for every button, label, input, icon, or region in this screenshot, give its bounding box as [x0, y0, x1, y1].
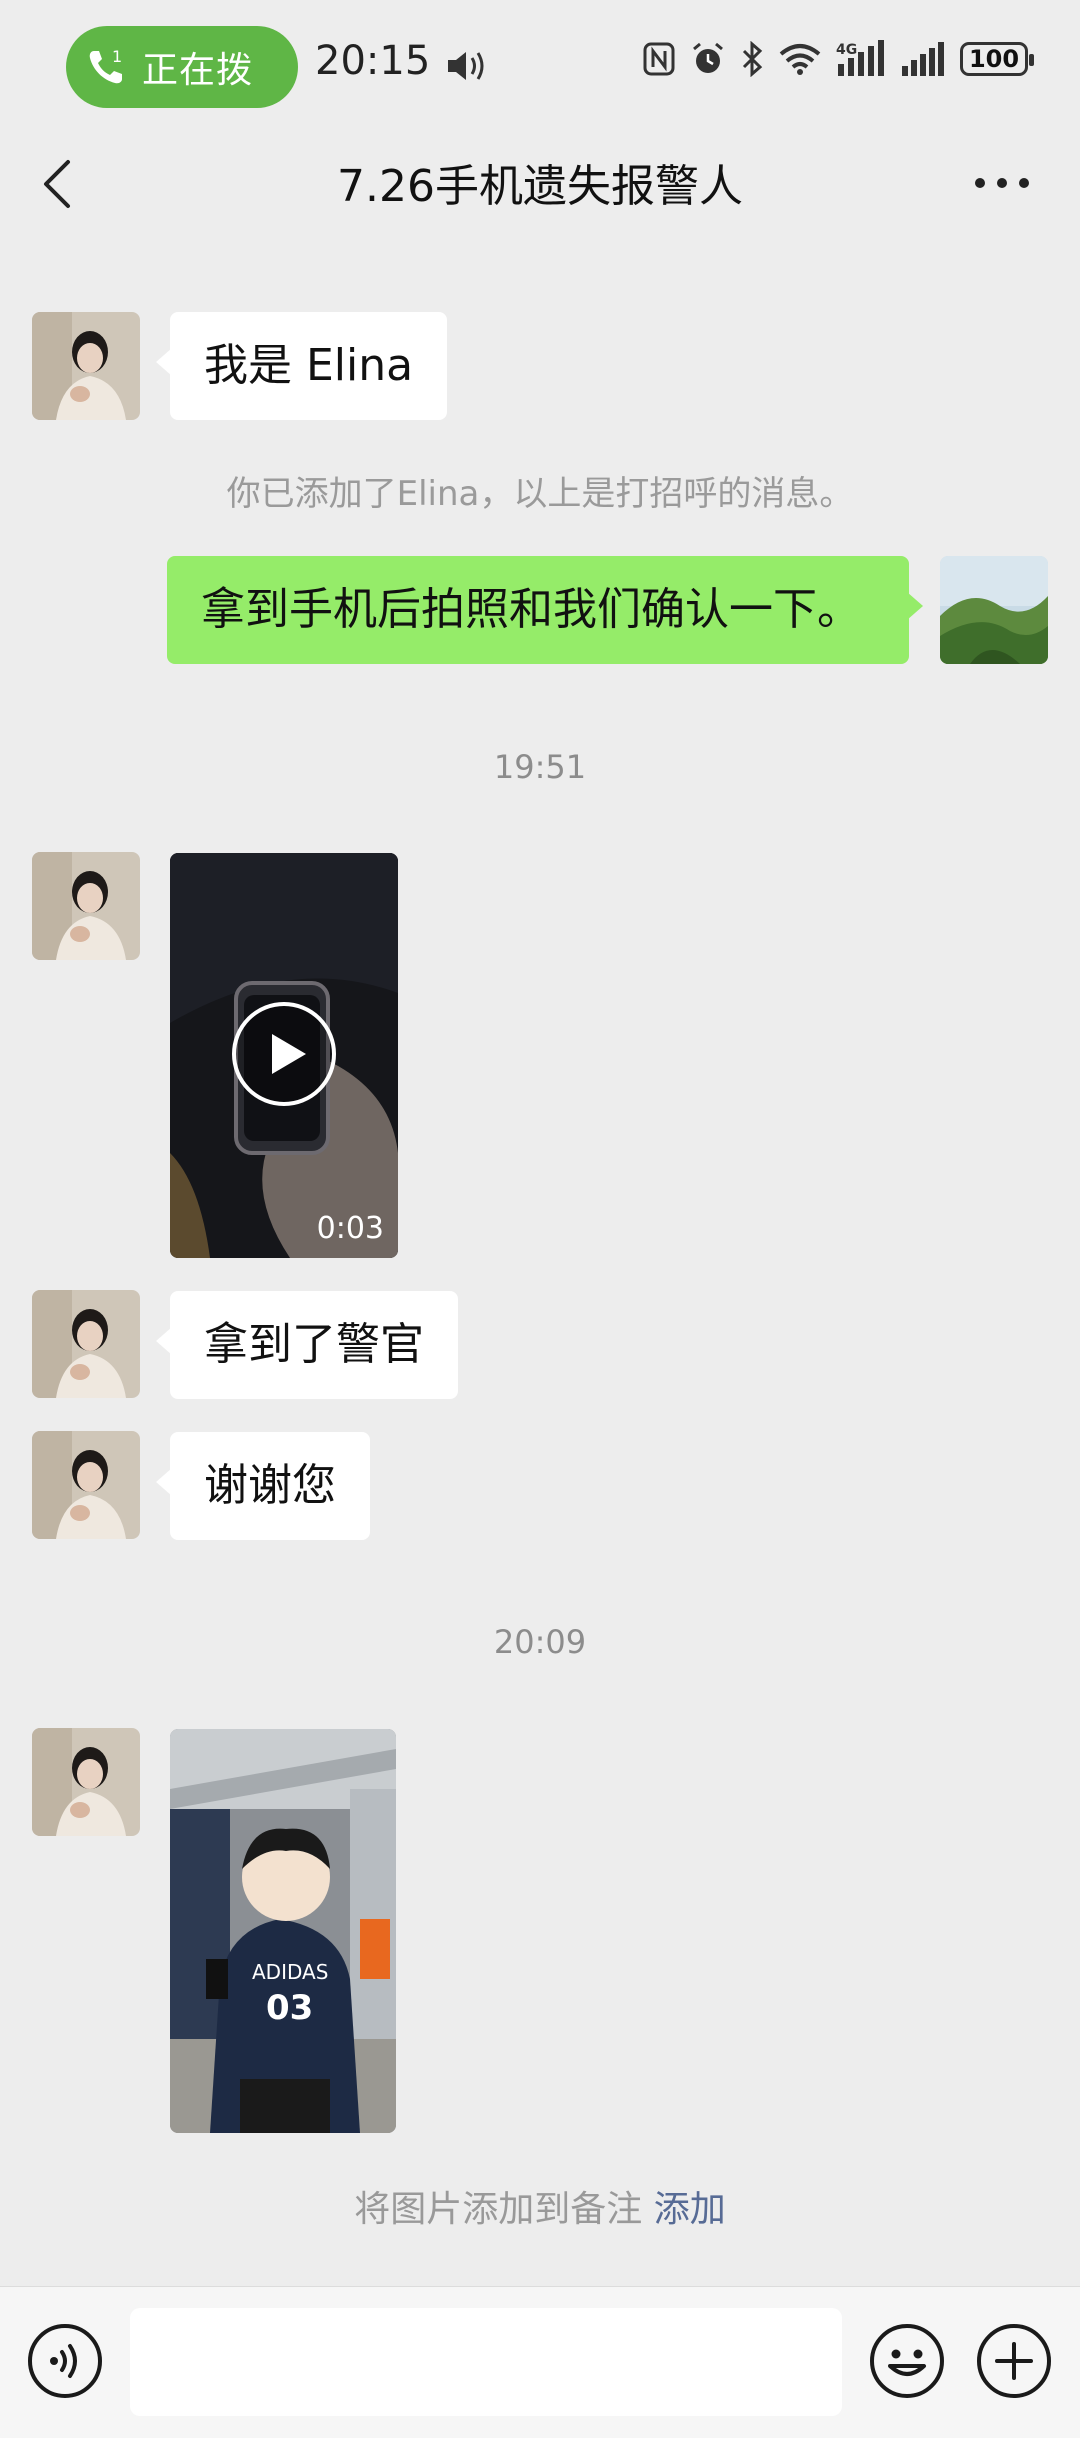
- contact-avatar[interactable]: [32, 852, 140, 960]
- message-input[interactable]: [130, 2308, 842, 2416]
- add-image-to-note: 将图片添加到备注 添加: [0, 2180, 1080, 2232]
- battery-icon: 100: [960, 42, 1034, 76]
- contact-avatar[interactable]: [32, 1431, 140, 1539]
- message-text: 谢谢您: [204, 1460, 336, 1511]
- status-icons: 4G 100: [642, 40, 1034, 78]
- signal-icon: [902, 42, 944, 76]
- note-text: 将图片添加到备注: [354, 2189, 643, 2230]
- svg-text:4G: 4G: [836, 42, 857, 58]
- sent-message-bubble[interactable]: 拿到手机后拍照和我们确认一下。: [167, 556, 923, 664]
- timestamp: 19:51: [493, 748, 587, 786]
- call-status-label: 正在拨: [142, 50, 254, 91]
- alarm-icon: [693, 42, 723, 73]
- timestamp: 20:09: [493, 1623, 587, 1661]
- wifi-icon: [779, 44, 821, 75]
- image-message[interactable]: ADIDAS 03: [170, 1729, 396, 2133]
- message-text: 拿到手机后拍照和我们确认一下。: [201, 584, 861, 635]
- nfc-icon: [643, 42, 675, 76]
- emoji-icon[interactable]: [868, 2322, 946, 2400]
- voice-input-icon[interactable]: [26, 2322, 104, 2400]
- video-duration: 0:03: [316, 1211, 384, 1246]
- contact-avatar[interactable]: [32, 1290, 140, 1398]
- battery-level: 100: [968, 45, 1020, 73]
- received-message-bubble[interactable]: 谢谢您: [156, 1432, 370, 1540]
- speaker-icon: [448, 52, 484, 80]
- bluetooth-icon: [742, 41, 763, 77]
- shirt-brand-text: ADIDAS: [252, 1960, 328, 1984]
- shirt-number-text: 03: [266, 1988, 313, 2028]
- chat-title: 7.26手机遗失报警人: [337, 161, 743, 212]
- received-message-bubble[interactable]: 我是 Elina: [155, 312, 448, 420]
- ongoing-call-pill[interactable]: 1 正在拨: [66, 26, 298, 108]
- received-message-bubble[interactable]: 拿到了警官: [156, 1291, 458, 1399]
- play-icon[interactable]: [230, 1000, 338, 1108]
- signal-4g-icon: 4G: [836, 40, 884, 76]
- phone-icon: 1: [89, 47, 122, 84]
- message-text: 我是 Elina: [204, 340, 414, 391]
- add-link[interactable]: 添加: [654, 2189, 726, 2230]
- contact-avatar[interactable]: [32, 312, 140, 420]
- contact-avatar[interactable]: [32, 1728, 140, 1836]
- more-options-icon[interactable]: [974, 176, 1030, 190]
- my-avatar[interactable]: [940, 556, 1048, 664]
- system-notice: 你已添加了Elina，以上是打招呼的消息。: [226, 474, 854, 514]
- plus-icon[interactable]: [975, 2322, 1053, 2400]
- clock: 20:15: [315, 38, 431, 84]
- svg-text:1: 1: [112, 47, 122, 66]
- message-text: 拿到了警官: [204, 1319, 424, 1370]
- video-message[interactable]: 0:03: [170, 853, 398, 1258]
